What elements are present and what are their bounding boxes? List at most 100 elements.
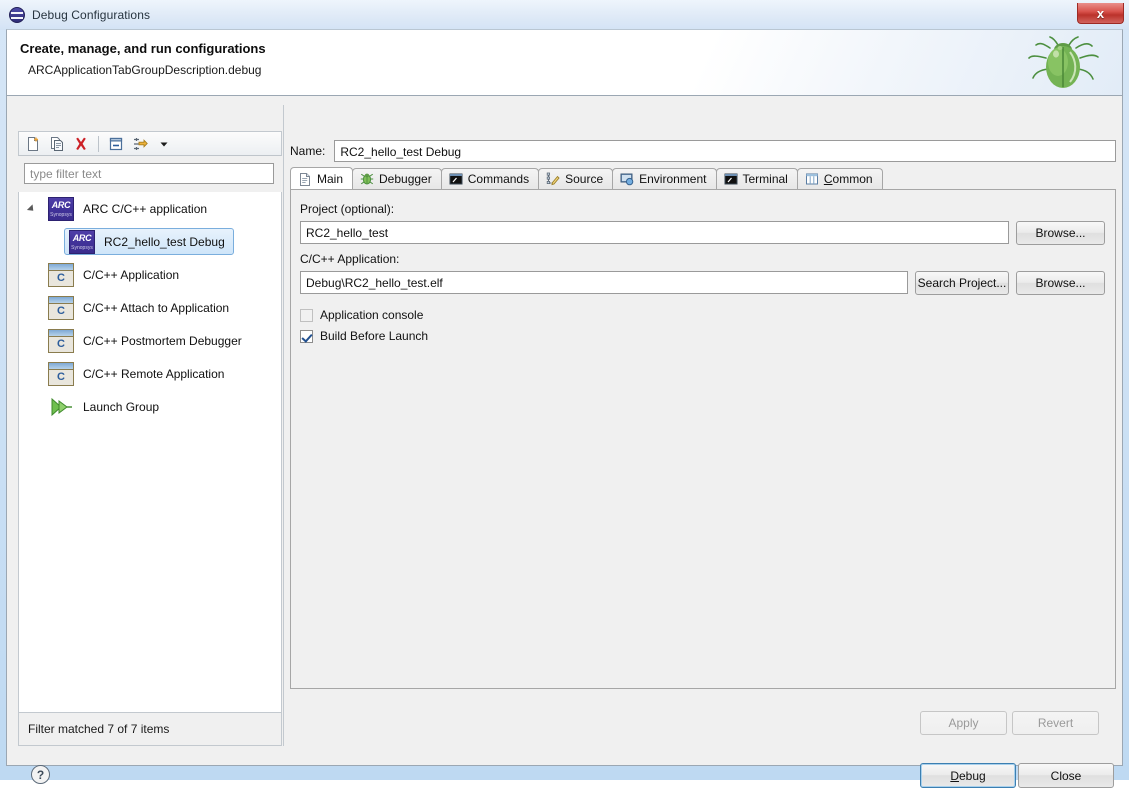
- c-icon-glyph: C: [57, 370, 65, 383]
- tree-item-label: C/C++ Postmortem Debugger: [83, 333, 242, 348]
- launch-group-icon: [48, 396, 74, 418]
- build-before-launch-label: Build Before Launch: [320, 329, 429, 343]
- project-browse-button[interactable]: Browse...: [1016, 221, 1105, 245]
- c-application-icon: C: [48, 295, 74, 320]
- new-configuration-icon[interactable]: [22, 133, 44, 154]
- arc-icon-top-text: ARC: [51, 199, 71, 210]
- revert-button[interactable]: Revert: [1012, 711, 1099, 735]
- tab-terminal[interactable]: Terminal: [715, 168, 798, 189]
- name-label: Name:: [290, 143, 326, 158]
- tree-item-label: ARC C/C++ application: [83, 201, 208, 216]
- debug-configurations-window: Debug Configurations x Create, manage, a…: [0, 0, 1129, 788]
- debug-button-accel: D: [950, 768, 959, 783]
- tab-source-label: Source: [565, 172, 604, 186]
- tree-item-c-application[interactable]: C C/C++ Application: [19, 258, 281, 291]
- tree-item-label: C/C++ Attach to Application: [83, 300, 230, 315]
- c-application-icon: C: [48, 361, 74, 386]
- c-icon-glyph: C: [57, 337, 65, 350]
- arc-icon-bottom-text: Synopsys: [50, 211, 72, 218]
- close-button[interactable]: Close: [1018, 763, 1114, 788]
- build-before-launch-checkbox-row[interactable]: Build Before Launch: [300, 329, 428, 343]
- delete-configuration-icon[interactable]: [70, 133, 92, 154]
- chevron-down-icon[interactable]: [153, 133, 175, 154]
- tree-item-label: Launch Group: [83, 399, 160, 414]
- tree-item-label: C/C++ Application: [83, 267, 180, 282]
- application-console-label: Application console: [320, 308, 424, 322]
- debug-icon: [9, 7, 25, 23]
- application-browse-button[interactable]: Browse...: [1016, 271, 1105, 295]
- close-window-button[interactable]: x: [1077, 3, 1124, 24]
- arc-icon-bottom-text: Synopsys: [71, 244, 93, 251]
- debug-button-label: ebug: [958, 768, 986, 783]
- tree-item-rc2-hello-test-debug[interactable]: ARC Synopsys RC2_hello_test Debug: [19, 225, 281, 258]
- arc-icon: ARC Synopsys: [69, 229, 95, 254]
- duplicate-configuration-icon[interactable]: [46, 133, 68, 154]
- c-icon-glyph: C: [57, 271, 65, 284]
- main-tab-panel: Project (optional): RC2_hello_test Brows…: [290, 189, 1116, 689]
- tab-environment-label: Environment: [639, 172, 707, 186]
- environment-icon: [620, 172, 634, 186]
- c-application-icon: C: [48, 328, 74, 353]
- tab-common[interactable]: Common: [796, 168, 883, 189]
- project-label: Project (optional):: [300, 202, 395, 216]
- configuration-editor: Name: RC2_hello_test Debug Main Debugger…: [290, 108, 1116, 738]
- window-titlebar: Debug Configurations x: [0, 0, 1129, 30]
- help-icon[interactable]: ?: [31, 765, 50, 784]
- tab-main-label: Main: [317, 171, 344, 186]
- filter-status-text: Filter matched 7 of 7 items: [18, 712, 282, 746]
- bug-icon: [360, 172, 374, 186]
- tab-commands[interactable]: Commands: [440, 168, 540, 189]
- tab-source[interactable]: Source: [538, 168, 614, 189]
- name-row: Name: RC2_hello_test Debug: [290, 139, 1116, 162]
- build-before-launch-checkbox[interactable]: [300, 329, 313, 343]
- tab-main[interactable]: Main: [290, 167, 354, 189]
- tree-item-arc-cpp-application[interactable]: ARC Synopsys ARC C/C++ application: [19, 192, 281, 225]
- dialog-body: Create, manage, and run configurations A…: [6, 29, 1123, 788]
- apply-revert-row: Apply Revert: [290, 711, 1116, 735]
- page-title: Create, manage, and run configurations: [20, 41, 266, 56]
- filter-configurations-icon[interactable]: [129, 133, 151, 154]
- search-project-button[interactable]: Search Project...: [915, 271, 1009, 295]
- apply-button[interactable]: Apply: [920, 711, 1007, 735]
- tab-debugger-label: Debugger: [379, 172, 432, 186]
- dialog-header: Create, manage, and run configurations A…: [7, 30, 1122, 96]
- table-icon: [805, 172, 819, 186]
- tree-item-launch-group[interactable]: Launch Group: [19, 390, 281, 423]
- tab-terminal-label: Terminal: [742, 172, 788, 186]
- project-input[interactable]: RC2_hello_test: [300, 221, 1009, 244]
- c-application-icon: C: [48, 262, 74, 287]
- application-input[interactable]: Debug\RC2_hello_test.elf: [300, 271, 908, 294]
- console-icon: [449, 172, 463, 186]
- document-icon: [298, 172, 312, 186]
- filter-input[interactable]: type filter text: [24, 163, 274, 184]
- tab-common-label: Common: [823, 172, 873, 186]
- collapse-all-icon[interactable]: [105, 133, 127, 154]
- tree-item-c-attach-to-application[interactable]: C C/C++ Attach to Application: [19, 291, 281, 324]
- tab-common-accel: C: [823, 172, 833, 186]
- tree-item-c-remote-application[interactable]: C C/C++ Remote Application: [19, 357, 281, 390]
- arc-icon-top-text: ARC: [72, 232, 92, 243]
- panel-divider[interactable]: [283, 105, 284, 746]
- application-console-checkbox-row[interactable]: Application console: [300, 308, 423, 322]
- tree-item-label: C/C++ Remote Application: [83, 366, 225, 381]
- application-label: C/C++ Application:: [300, 252, 400, 266]
- tab-environment[interactable]: Environment: [612, 168, 717, 189]
- tab-commands-label: Commands: [467, 172, 530, 186]
- configurations-toolbar: [18, 131, 282, 156]
- configurations-tree[interactable]: ARC Synopsys ARC C/C++ application ARC S…: [18, 192, 282, 712]
- debug-button[interactable]: Debug: [920, 763, 1016, 788]
- configurations-panel: type filter text ARC Synopsys ARC C/C++ …: [18, 105, 282, 746]
- configuration-tabs: Main Debugger Commands Source Environmen…: [290, 167, 1116, 189]
- green-bug-icon: [1020, 36, 1106, 94]
- application-console-checkbox[interactable]: [300, 308, 313, 322]
- tree-item-c-postmortem-debugger[interactable]: C C/C++ Postmortem Debugger: [19, 324, 281, 357]
- tab-debugger[interactable]: Debugger: [352, 168, 442, 189]
- name-input[interactable]: RC2_hello_test Debug: [334, 139, 1116, 162]
- tree-item-label: RC2_hello_test Debug: [104, 234, 225, 249]
- toolbar-separator: [98, 135, 99, 152]
- console-icon: [724, 172, 738, 186]
- page-subtitle: ARCApplicationTabGroupDescription.debug: [28, 63, 262, 77]
- source-edit-icon: [546, 172, 560, 186]
- arc-icon: ARC Synopsys: [48, 196, 74, 221]
- c-icon-glyph: C: [57, 304, 65, 317]
